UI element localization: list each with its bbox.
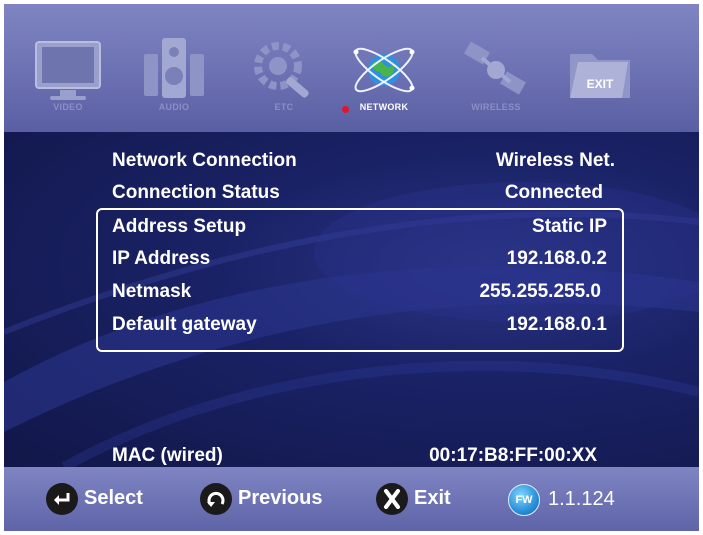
row-default-gateway[interactable]: Default gateway 192.168.0.1	[4, 310, 699, 340]
top-menu-bar: VIDEO AUDIO ETC NETWORK WIRELESS EXIT	[4, 4, 699, 132]
menu-item-wireless[interactable]: WIRELESS	[446, 26, 546, 122]
row-network-connection[interactable]: Network Connection Wireless Net.	[4, 146, 699, 176]
tv-icon	[35, 41, 101, 100]
netmask-label: Netmask	[112, 281, 192, 302]
menu-label-etc: ETC	[274, 102, 294, 112]
network-connection-value: Wireless Net.	[495, 150, 615, 171]
menu-item-etc[interactable]: ETC	[234, 26, 334, 122]
row-connection-status: Connection Status Connected	[4, 178, 699, 208]
connection-status-value: Connected	[504, 182, 603, 203]
speaker-icon	[144, 38, 204, 98]
exit-folder-icon: EXIT	[570, 54, 630, 98]
row-ip-address[interactable]: IP Address 192.168.0.2	[4, 244, 699, 274]
default-gateway-label: Default gateway	[112, 314, 257, 335]
fw-version-text: 1.1.124	[548, 488, 615, 510]
satellite-icon	[463, 41, 527, 95]
row-address-setup[interactable]: Address Setup Static IP	[4, 212, 699, 242]
menu-label-video: VIDEO	[53, 102, 83, 112]
default-gateway-value: 192.168.0.1	[506, 314, 607, 335]
row-mac-wired: MAC (wired) 00:17:B8:FF:00:XX	[4, 441, 699, 467]
menu-label-network: NETWORK	[359, 102, 409, 112]
address-setup-label: Address Setup	[112, 216, 247, 237]
menu-item-exit[interactable]: EXIT	[552, 26, 652, 122]
row-netmask[interactable]: Netmask 255.255.255.0	[4, 277, 699, 307]
mac-value: 00:17:B8:FF:00:XX	[429, 445, 597, 466]
network-connection-label: Network Connection	[112, 150, 297, 171]
menu-item-network[interactable]: NETWORK	[334, 26, 434, 122]
fw-badge-icon: FW	[508, 484, 540, 516]
tools-icon	[254, 42, 309, 98]
bottom-help-bar: Select Previous Exit FW 1.1.124	[4, 467, 699, 531]
settings-screen: VIDEO AUDIO ETC NETWORK WIRELESS EXIT Ne…	[4, 4, 699, 531]
exit-x-icon	[376, 483, 408, 515]
network-settings-panel: Network Connection Wireless Net. Connect…	[4, 132, 699, 467]
globe-network-icon	[353, 47, 415, 93]
select-label: Select	[84, 487, 143, 509]
ip-address-label: IP Address	[112, 248, 211, 269]
enter-icon	[46, 483, 78, 515]
mac-label: MAC (wired)	[112, 445, 223, 466]
menu-label-audio: AUDIO	[158, 102, 190, 112]
return-icon	[200, 483, 232, 515]
connection-status-label: Connection Status	[112, 182, 280, 203]
menu-label-wireless: WIRELESS	[471, 102, 521, 112]
ip-address-value: 192.168.0.2	[506, 248, 607, 269]
menu-item-video[interactable]: VIDEO	[18, 26, 118, 122]
exit-icon-text: EXIT	[587, 77, 614, 91]
exit-label: Exit	[414, 487, 451, 509]
previous-label: Previous	[238, 487, 323, 509]
menu-item-audio[interactable]: AUDIO	[124, 26, 224, 122]
address-setup-value: Static IP	[532, 216, 607, 237]
netmask-value: 255.255.255.0	[479, 281, 601, 302]
